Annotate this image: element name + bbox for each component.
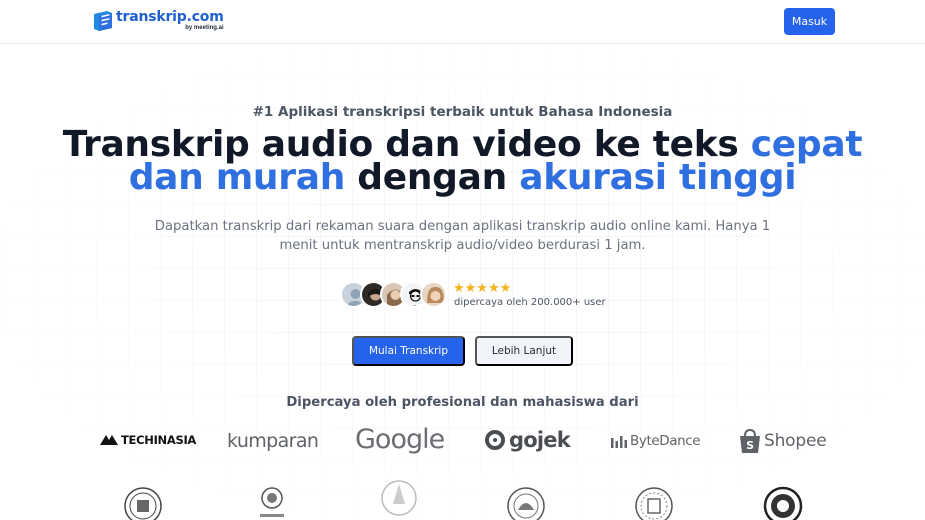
gojek-logo: gojek bbox=[484, 428, 571, 452]
brand-name: TECHINASIA bbox=[121, 433, 197, 447]
hero-section: #1 Aplikasi transkripsi terbaik untuk Ba… bbox=[0, 44, 925, 520]
rating-stars: ★★★★★ bbox=[453, 280, 512, 295]
university-seal-icon bbox=[260, 487, 284, 517]
social-proof: ★★★★★ dipercaya oleh 200.000+ user bbox=[340, 280, 606, 311]
learn-more-button[interactable]: Lebih Lanjut bbox=[475, 336, 573, 366]
logo-subtitle: by meeting.ai bbox=[185, 25, 224, 31]
brand-name: ByteDance bbox=[630, 433, 701, 449]
eyebrow-text: #1 Aplikasi transkripsi terbaik untuk Ba… bbox=[252, 104, 673, 120]
university-seal-icon bbox=[763, 486, 803, 520]
google-logo: Google bbox=[355, 424, 445, 455]
logo-name: transkrip.com bbox=[116, 9, 224, 25]
shopee-logo: S Shopee bbox=[739, 428, 827, 454]
brand-name: Google bbox=[355, 424, 445, 455]
university-seal-icon bbox=[124, 487, 162, 520]
bytedance-logo: ByteDance bbox=[611, 433, 701, 449]
brand-name: gojek bbox=[509, 428, 571, 452]
bytedance-mark-icon bbox=[611, 435, 627, 448]
techinasia-mark-icon bbox=[100, 435, 118, 445]
shopee-bag-icon: S bbox=[740, 428, 760, 453]
headline-part2: dengan bbox=[345, 157, 520, 198]
kumparan-logo: kumparan bbox=[227, 430, 319, 452]
logo-icon bbox=[94, 11, 112, 31]
techinasia-logo: TECHINASIA bbox=[100, 433, 196, 447]
start-transcribe-button[interactable]: Mulai Transkrip bbox=[352, 336, 465, 366]
trusted-users-text: dipercaya oleh 200.000+ user bbox=[454, 297, 606, 308]
headline-highlight-cheap: dan murah bbox=[128, 157, 346, 198]
logo[interactable]: transkrip.com by meeting.ai bbox=[92, 9, 224, 33]
headline-highlight-accuracy: akurasi tinggi bbox=[519, 157, 797, 198]
hero-description: Dapatkan transkrip dari rekaman suara de… bbox=[154, 219, 771, 253]
university-seal-icon bbox=[507, 487, 545, 520]
hero-headline: Transkrip audio dan video ke teks cepat … bbox=[0, 127, 925, 196]
brand-name: kumparan bbox=[227, 430, 319, 452]
trusted-by-title: Dipercaya oleh profesional dan mahasiswa… bbox=[286, 395, 639, 410]
login-button[interactable]: Masuk bbox=[784, 8, 835, 35]
gojek-mark-icon bbox=[485, 430, 505, 450]
university-seal-icon bbox=[381, 480, 417, 516]
brand-name: Shopee bbox=[764, 431, 827, 451]
svg-text:S: S bbox=[746, 439, 754, 452]
university-seal-icon bbox=[635, 487, 673, 520]
top-navbar: transkrip.com by meeting.ai Masuk bbox=[0, 0, 925, 44]
avatar bbox=[420, 281, 447, 308]
user-avatars bbox=[340, 281, 452, 309]
